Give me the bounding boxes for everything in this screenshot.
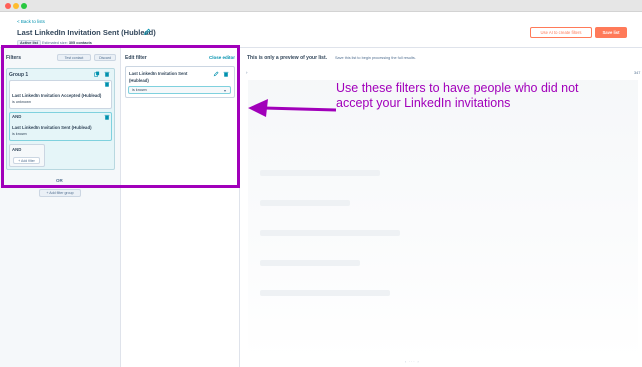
- preview-subtitle: Save this list to begin processing the f…: [335, 56, 416, 60]
- blurred-row: [260, 230, 400, 236]
- blurred-row: [260, 200, 350, 206]
- column-number: 347: [634, 71, 641, 75]
- add-filter-group-button[interactable]: + Add filter group: [39, 189, 81, 197]
- blurred-row: [260, 290, 390, 296]
- annotation-highlight-box: [1, 45, 240, 188]
- maximize-window-icon[interactable]: [21, 3, 27, 9]
- chevron-right-icon[interactable]: ›: [246, 70, 248, 75]
- page-title: Last LinkedIn Invitation Sent (Hublead): [17, 28, 156, 37]
- blurred-row: [260, 170, 380, 176]
- window-titlebar: [0, 0, 642, 12]
- back-to-lists-link[interactable]: < Back to lists: [17, 19, 45, 24]
- minimize-window-icon[interactable]: [13, 3, 19, 9]
- blurred-row: [260, 260, 360, 266]
- annotation-arrow-icon: [248, 99, 337, 117]
- close-window-icon[interactable]: [5, 3, 11, 9]
- use-ai-button[interactable]: Use AI to create filters: [530, 27, 592, 38]
- pencil-icon[interactable]: [143, 28, 151, 36]
- pagination[interactable]: ‹ · · · ›: [405, 360, 419, 364]
- blurred-preview-table: [248, 80, 638, 360]
- preview-title: This is only a preview of your list.: [247, 55, 328, 61]
- annotation-text: Use these filters to have people who did…: [336, 81, 579, 110]
- save-list-button[interactable]: Save list: [595, 27, 627, 38]
